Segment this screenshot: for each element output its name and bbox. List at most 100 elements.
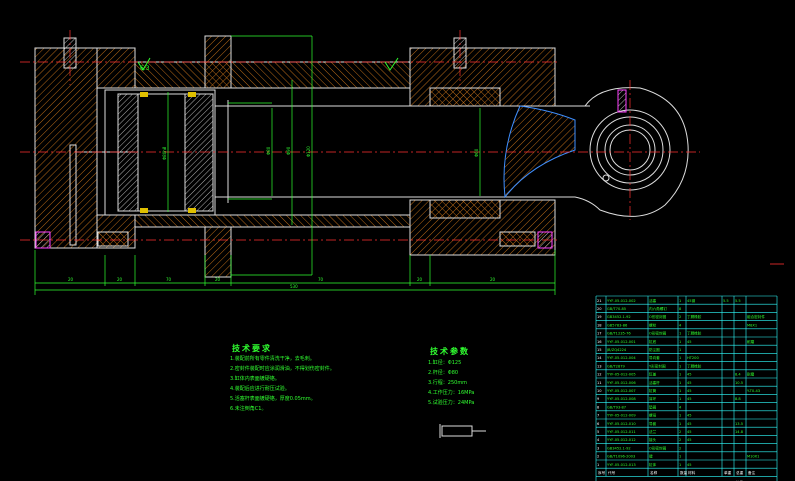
cylinder-symbol (439, 424, 486, 438)
bom-header-cell: 单重 (724, 470, 732, 475)
bom-header-cell: 数量 (680, 470, 688, 475)
bom-cell: 2 (679, 315, 681, 319)
tech-requirement-line: 4.装配后应进行耐压试验。 (230, 386, 290, 392)
bom-cell: M8X1 (747, 323, 757, 327)
bom-cell: 2 (679, 438, 681, 442)
bom-cell: YYF-05-012-012 (607, 438, 636, 442)
tech-requirements-list: 1.装配前所有零件清洗干净，去毛刺。 2.密封件装配时应涂润滑油，不得划伤密封件。… (230, 356, 335, 416)
bom-cell: 1 (679, 364, 681, 368)
bom-header-cell: 总重 (736, 470, 744, 475)
bom-cell: GB3452.1-92 (607, 446, 631, 450)
bill-of-materials: 21 YYF-05-012-002 活塞 1 45钢 5.5 5.520 GB/T70-85 内… (595, 295, 778, 481)
bom-cell: 1 (679, 389, 681, 393)
bom-cell: YYF-05-012-010 (607, 422, 636, 426)
tech-requirement-line: 1.装配前所有零件清洗干净，去毛刺。 (230, 356, 315, 362)
tech-requirement-line: 3.缸体内表面镀硬铬。 (230, 376, 280, 382)
dim-piston: Φ80h8 (162, 146, 167, 160)
bom-cell: YYF-05-012-004 (607, 356, 636, 360)
bom-cell: 17 (597, 332, 602, 336)
bom-cell: 5.5 (723, 299, 729, 303)
bom-cell: 8.4 (735, 373, 741, 377)
bom-cell: 45 (687, 389, 692, 393)
bom-cell: O形密封圈 (649, 445, 667, 450)
bom-cell: 2 (597, 455, 599, 459)
bom-cell: 丁腈橡胶 (687, 363, 702, 368)
bom-cell: 3 (597, 446, 599, 450)
bom-cell: 导套 (649, 421, 657, 426)
tech-param-line: 3.行程：250mm (428, 380, 468, 386)
bom-header-cell: 代号 (608, 470, 616, 475)
bom-cell: 6 (597, 422, 600, 426)
bom-header-cell: 备注 (748, 470, 756, 475)
bom-cell: 1 (679, 373, 681, 377)
bom-cell: 活塞杆 (649, 380, 660, 385)
bom-cell: Y形密封圈 (649, 363, 666, 368)
bom-cell: 内六角螺钉 (649, 306, 667, 311)
bom-cell: 8 (597, 405, 600, 409)
bom-cell: 4 (597, 438, 600, 442)
bom-cell: 14 (597, 356, 602, 360)
bom-cell: YYF-05-012-007 (607, 389, 636, 393)
bom-cell: 5 (597, 430, 599, 434)
bom-cell: 防尘圈 (649, 347, 660, 352)
bom-cell: 导向套 (649, 355, 660, 360)
bom-cell: 耐磨 (747, 339, 755, 344)
tech-param-line: 4.工作压力：16MPa (428, 390, 475, 396)
bom-cell: 5.5 (735, 299, 741, 303)
bom-cell: GB/T93-87 (607, 405, 626, 409)
bom-cell: 1 (679, 348, 681, 352)
dim-rod: Φ80 (266, 146, 271, 155)
bom-cell: 8.8 (735, 397, 741, 401)
tech-requirement-line: 6.未注倒角C1。 (230, 406, 267, 412)
bom-cell: YYF-05-012-002 (607, 299, 636, 303)
bom-cell: 14.8 (735, 430, 744, 434)
bom-cell: 螺母 (649, 413, 657, 418)
bom-cell: HT200 (687, 356, 699, 360)
bom-cell: 1 (679, 397, 681, 401)
bom-cell: 9 (597, 397, 600, 401)
bom-cell: 1 (679, 422, 681, 426)
dim-outer: Φ120 (306, 146, 311, 157)
tech-param-line: 5.试验压力：24MPa (428, 400, 475, 406)
bom-cell: 8 (679, 307, 682, 311)
bom-cell: 缸底 (649, 339, 657, 344)
tech-requirement-line: 5.活塞杆表面镀硬铬，厚度0.05mm。 (230, 396, 316, 402)
bom-cell: 45 (687, 430, 692, 434)
bom-cell: GB3452.1-92 (607, 315, 631, 319)
bom-cell: Y-T0-43 (747, 389, 760, 393)
bom-cell: 螺栓 (649, 322, 657, 327)
bom-cell: 45 (687, 397, 692, 401)
dim-seg-1: 20 (68, 277, 74, 282)
bom-cell: 1 (679, 414, 681, 418)
bom-cell: 12 (597, 373, 602, 377)
bom-header-cell: 名称 (650, 470, 658, 475)
bom-cell: YYF-05-012-009 (607, 414, 636, 418)
bom-cell: 1 (597, 463, 599, 467)
bom-cell: 4 (679, 323, 682, 327)
dim-overall: 530 (290, 284, 298, 289)
bom-cell: 11 (597, 381, 602, 385)
bom-cell: 16 (597, 340, 602, 344)
bom-cell: M10X1 (747, 455, 759, 459)
bom-cell: YYF-05-012-011 (607, 430, 636, 434)
cylinder-tube (134, 35, 411, 278)
bom-cell: 缸筒 (649, 388, 657, 393)
bom-cell: 1 (679, 299, 681, 303)
bom-cell: 法兰 (649, 429, 657, 434)
bom-cell: 活塞 (649, 298, 657, 303)
bom-cell: 1 (679, 381, 681, 385)
tech-params-list: 1.缸径：Φ125 2.杆径：Φ80 3.行程：250mm 4.工作压力：16MPa 5… (428, 360, 474, 410)
bom-cell: GB/T1096-2003 (607, 455, 635, 459)
bom-cell: GB/T70-85 (607, 307, 626, 311)
bom-cell: YYF-05-012-005 (607, 373, 636, 377)
tech-params-title: 技术参数 (430, 347, 470, 356)
dim-bore: Φ90 (286, 146, 291, 155)
bom-cell: O形密封圈 (649, 314, 667, 319)
bom-cell: 45 (687, 340, 692, 344)
bom-cell: 20 (597, 307, 602, 311)
bom-cell: YYF-05-012-008 (607, 397, 636, 401)
bom-cell: 1 (679, 356, 681, 360)
bom-cell: 10 (597, 389, 602, 393)
bom-cell: 45 (687, 414, 692, 418)
bom-cell: GB/T2879 (607, 364, 626, 368)
